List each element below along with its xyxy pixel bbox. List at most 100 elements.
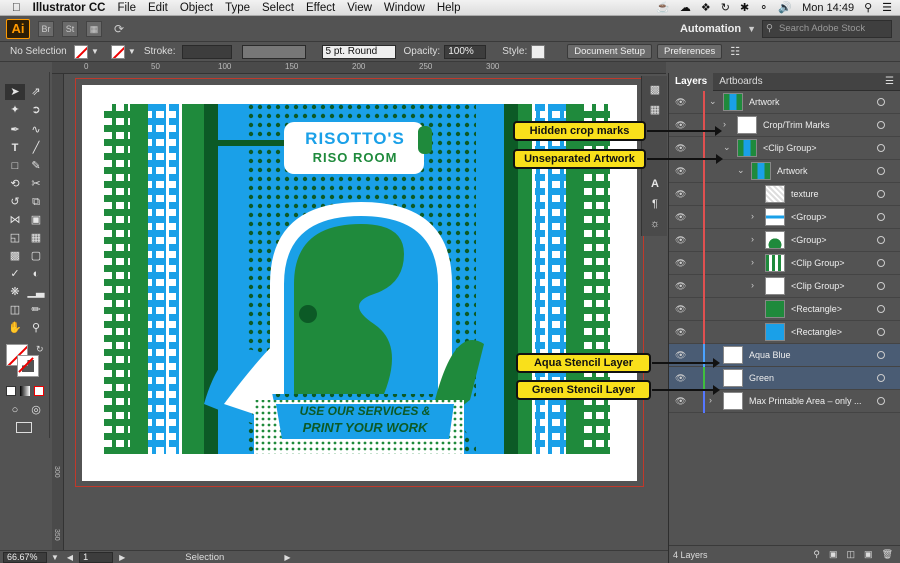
direct-selection-tool-icon[interactable]: ⇗ <box>26 84 46 100</box>
chevron-right-icon[interactable]: › <box>751 211 754 221</box>
layer-name[interactable]: Artwork <box>749 97 780 107</box>
layer-row[interactable]: 👁 Green <box>669 367 900 390</box>
layer-name[interactable]: <Rectangle> <box>791 327 842 337</box>
visibility-eye-icon[interactable]: 👁 <box>675 235 687 245</box>
menu-file[interactable]: File <box>117 2 136 14</box>
arrange-icon[interactable]: ☷ <box>730 45 740 58</box>
spotlight-icon[interactable]: ⚲ <box>864 1 872 14</box>
target-icon[interactable] <box>877 98 885 106</box>
target-icon[interactable] <box>877 282 885 290</box>
dropbox-icon[interactable]: ❖ <box>701 1 711 14</box>
visibility-eye-icon[interactable]: 👁 <box>675 327 687 337</box>
chevron-right-icon[interactable]: › <box>751 234 754 244</box>
target-icon[interactable] <box>877 305 885 313</box>
scale-tool-icon[interactable]: ⧉ <box>26 194 46 210</box>
status-icon-1[interactable]: ☕ <box>656 1 670 14</box>
layer-row[interactable]: 👁 ⌄ Artwork <box>669 91 900 114</box>
layer-name[interactable]: <Rectangle> <box>791 304 842 314</box>
draw-normal-icon[interactable]: ○ <box>5 402 25 418</box>
layer-row[interactable]: 👁 <Rectangle> <box>669 298 900 321</box>
layer-name[interactable]: <Group> <box>791 212 827 222</box>
app-name-menu[interactable]: Illustrator CC <box>33 2 106 14</box>
sync-icon[interactable]: ↻ <box>721 1 730 14</box>
prev-artboard-icon[interactable]: ◀ <box>67 553 73 562</box>
panel-menu-icon[interactable]: ☰ <box>885 76 894 87</box>
rectangle-tool-icon[interactable]: □ <box>5 158 25 174</box>
target-icon[interactable] <box>877 190 885 198</box>
create-sublayer-icon[interactable]: ◫ <box>847 549 856 560</box>
zoom-field[interactable]: 66.67% <box>3 551 47 563</box>
paintbrush-tool-icon[interactable]: ✎ <box>26 158 46 174</box>
gradient-tool-icon[interactable]: ▢ <box>26 248 46 264</box>
zoom-tool-icon[interactable]: ⚲ <box>26 320 46 336</box>
layer-row[interactable]: 👁 › <Group> <box>669 229 900 252</box>
layer-name[interactable]: <Group> <box>791 235 827 245</box>
horizontal-ruler[interactable]: 0 50 100 150 200 250 300 <box>52 62 666 74</box>
search-stock-input[interactable]: ⚲ Search Adobe Stock <box>762 19 892 38</box>
menu-edit[interactable]: Edit <box>148 2 168 14</box>
slice-tool-icon[interactable]: ✏ <box>26 302 46 318</box>
visibility-eye-icon[interactable]: 👁 <box>675 97 687 107</box>
fill-swatch[interactable] <box>74 44 88 59</box>
document-setup-button[interactable]: Document Setup <box>567 44 652 59</box>
vertical-ruler[interactable]: 300 350 <box>52 74 64 550</box>
visibility-eye-icon[interactable]: 👁 <box>675 281 687 291</box>
target-icon[interactable] <box>877 144 885 152</box>
target-icon[interactable] <box>877 397 885 405</box>
character-icon[interactable]: A <box>645 176 665 192</box>
arrange-documents-icon[interactable]: ▦ <box>86 20 102 37</box>
clock[interactable]: Mon 14:49 <box>802 2 854 14</box>
graphic-style-swatch[interactable] <box>531 44 546 59</box>
menu-window[interactable]: Window <box>384 2 425 14</box>
layer-row[interactable]: 👁 <Rectangle> <box>669 321 900 344</box>
blend-tool-icon[interactable]: ◐ <box>26 266 46 282</box>
sun-icon[interactable]: ☼ <box>645 216 665 232</box>
stroke-swatch[interactable] <box>110 44 125 59</box>
preferences-button[interactable]: Preferences <box>657 44 723 59</box>
target-icon[interactable] <box>877 259 885 267</box>
column-graph-tool-icon[interactable]: ▁▃ <box>26 284 46 300</box>
layer-row[interactable]: 👁 › <Clip Group> <box>669 275 900 298</box>
visibility-eye-icon[interactable]: 👁 <box>675 373 687 383</box>
layer-name[interactable]: Green <box>749 373 774 383</box>
color-guide-icon[interactable]: ▦ <box>645 102 665 118</box>
target-icon[interactable] <box>877 213 885 221</box>
chevron-right-icon[interactable]: › <box>751 257 754 267</box>
chevron-down-icon[interactable]: ⌄ <box>723 142 731 153</box>
stock-button[interactable]: St <box>62 20 78 37</box>
perspective-grid-tool-icon[interactable]: ▦ <box>26 230 46 246</box>
target-icon[interactable] <box>877 328 885 336</box>
free-transform-tool-icon[interactable]: ▣ <box>26 212 46 228</box>
symbol-sprayer-tool-icon[interactable]: ❋ <box>5 284 25 300</box>
visibility-eye-icon[interactable]: 👁 <box>675 120 687 130</box>
color-mode-icon[interactable] <box>6 386 16 396</box>
zoom-dropdown-icon[interactable]: ▼ <box>51 553 59 562</box>
none-mode-icon[interactable] <box>34 386 44 396</box>
tab-artboards[interactable]: Artboards <box>713 73 768 91</box>
type-tool-icon[interactable]: T <box>5 140 25 156</box>
tab-layers[interactable]: Layers <box>669 72 714 91</box>
chevron-right-icon[interactable]: › <box>723 119 726 129</box>
line-tool-icon[interactable]: ╱ <box>26 140 46 156</box>
visibility-eye-icon[interactable]: 👁 <box>675 189 687 199</box>
image-trace-icon[interactable]: ▩ <box>645 82 665 98</box>
menu-help[interactable]: Help <box>437 2 461 14</box>
menu-select[interactable]: Select <box>262 2 294 14</box>
next-artboard-icon[interactable]: ▶ <box>119 553 125 562</box>
menu-view[interactable]: View <box>347 2 372 14</box>
fill-dropdown-icon[interactable]: ▼ <box>91 47 99 56</box>
chevron-down-icon[interactable]: ⌄ <box>709 96 717 107</box>
screen-mode-icon[interactable] <box>16 422 32 433</box>
visibility-eye-icon[interactable]: 👁 <box>675 258 687 268</box>
opacity-field[interactable]: 100% <box>444 44 487 59</box>
layer-name[interactable]: Max Printable Area – only ... <box>749 396 862 406</box>
hand-tool-icon[interactable]: ✋ <box>5 320 25 336</box>
artboard-tool-icon[interactable]: ◫ <box>5 302 25 318</box>
notification-icon[interactable]: ☰ <box>882 1 892 14</box>
artboard-number-field[interactable]: 1 <box>79 551 114 563</box>
visibility-eye-icon[interactable]: 👁 <box>675 350 687 360</box>
chevron-down-icon[interactable]: ⌄ <box>737 165 745 176</box>
target-icon[interactable] <box>877 351 885 359</box>
target-icon[interactable] <box>877 121 885 129</box>
scissors-tool-icon[interactable]: ✂ <box>26 176 46 192</box>
